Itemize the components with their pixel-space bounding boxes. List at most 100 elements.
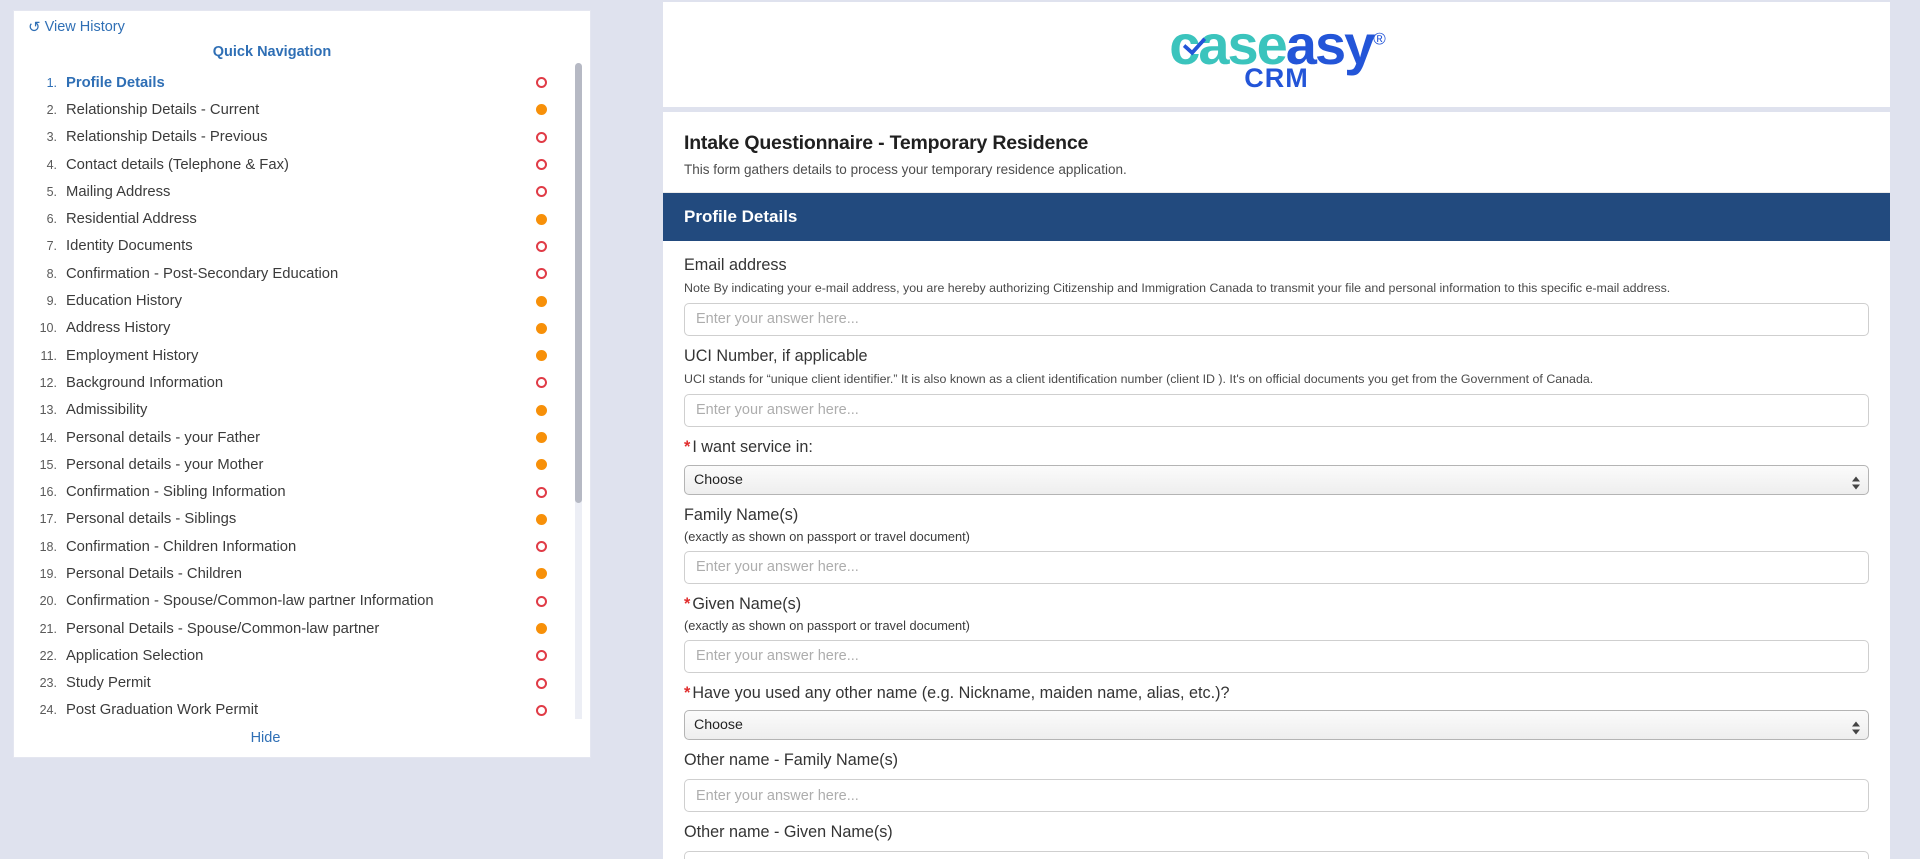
nav-item-18[interactable]: 18. Confirmation - Children Information	[36, 533, 572, 560]
field-text-input[interactable]	[684, 639, 1869, 673]
nav-item-label: Identity Documents	[66, 238, 193, 255]
app-root: ↻ View History Quick Navigation 1. Profil…	[0, 0, 1920, 859]
field-label-text: Other name - Given Name(s)	[684, 823, 893, 842]
undo-arrow-icon: ↻	[28, 18, 41, 36]
status-dot-open-icon	[536, 650, 547, 662]
nav-item-label: Admissibility	[66, 402, 148, 419]
status-dot-open-icon	[536, 131, 547, 143]
field-label: * I want service in:	[684, 437, 1869, 459]
form-field-1: Email address Note By indicating your e-m…	[684, 255, 1869, 336]
nav-item-6[interactable]: 6. Residential Address	[36, 205, 572, 232]
nav-item-1[interactable]: 1. Profile Details	[36, 69, 572, 96]
nav-scrollbar-track[interactable]	[575, 63, 582, 735]
nav-item-label: Confirmation - Children Information	[66, 538, 297, 555]
form-header: Intake Questionnaire - Temporary Residen…	[663, 112, 1890, 193]
nav-item-label: Personal Details - Spouse/Common-law par…	[66, 620, 380, 637]
field-text-input[interactable]	[684, 393, 1869, 427]
status-dot-filled-icon	[536, 459, 547, 471]
quick-navigation-list: 1. Profile Details 2. Relationship Details …	[14, 69, 572, 751]
field-select[interactable]: Choose	[684, 710, 1869, 741]
nav-item-14[interactable]: 14. Personal details - your Father	[36, 424, 572, 451]
nav-item-number: 22.	[39, 648, 57, 663]
field-label-text: Family Name(s)	[684, 505, 799, 524]
field-select[interactable]: Choose	[684, 464, 1869, 495]
nav-item-label: Post Graduation Work Permit	[66, 702, 259, 719]
nav-item-3[interactable]: 3. Relationship Details - Previous	[36, 124, 572, 151]
nav-item-number: 15.	[39, 457, 57, 472]
page-title: Intake Questionnaire - Temporary Residen…	[684, 132, 1089, 154]
logo-part-blue: asy	[1285, 13, 1375, 76]
form-subtitle: This form gathers details to process you…	[684, 162, 1127, 177]
nav-item-number: 21.	[39, 621, 57, 636]
nav-item-10[interactable]: 10. Address History	[36, 315, 572, 342]
nav-item-4[interactable]: 4. Contact details (Telephone & Fax)	[36, 151, 572, 178]
field-help-text: UCI stands for “unique client identifier…	[684, 371, 1594, 386]
quick-navigation-title: Quick Navigation	[212, 44, 332, 60]
nav-item-2[interactable]: 2. Relationship Details - Current	[36, 96, 572, 123]
status-dot-open-icon	[536, 704, 547, 716]
required-asterisk-icon: *	[684, 594, 691, 613]
nav-item-number: 23.	[39, 676, 57, 691]
field-label: Other name - Given Name(s)	[684, 822, 1869, 844]
nav-item-20[interactable]: 20. Confirmation - Spouse/Common-law part…	[36, 588, 572, 615]
select-wrapper: Choose	[684, 464, 1869, 495]
field-label-text: Given Name(s)	[692, 594, 802, 613]
status-dot-filled-icon	[536, 513, 547, 525]
nav-item-label: Relationship Details - Previous	[66, 129, 268, 146]
nav-item-12[interactable]: 12. Background Information	[36, 369, 572, 396]
nav-item-number: 19.	[39, 566, 57, 581]
form-field-2: UCI Number, if applicable UCI stands for …	[684, 346, 1869, 427]
nav-item-number: 10.	[39, 321, 57, 336]
form-card: Intake Questionnaire - Temporary Residen…	[663, 112, 1890, 859]
form-field-8: Other name - Given Name(s)	[684, 822, 1869, 859]
field-text-input[interactable]	[684, 851, 1869, 859]
status-dot-filled-icon	[536, 623, 547, 635]
nav-item-22[interactable]: 22. Application Selection	[36, 642, 572, 669]
status-dot-filled-icon	[536, 350, 547, 362]
form-fields-container: Email address Note By indicating your e-m…	[663, 241, 1890, 859]
field-label: * Given Name(s)	[684, 594, 1869, 616]
form-field-3: * I want service in: Choose	[684, 437, 1869, 495]
nav-item-17[interactable]: 17. Personal details - Siblings	[36, 506, 572, 533]
nav-item-label: Mailing Address	[66, 183, 171, 200]
field-text-input[interactable]	[684, 779, 1869, 813]
status-dot-open-icon	[536, 541, 547, 553]
nav-item-8[interactable]: 8. Confirmation - Post-Secondary Educatio…	[36, 260, 572, 287]
caseasy-logo: caseasy® CRM	[1169, 17, 1385, 92]
status-dot-filled-icon	[536, 322, 547, 334]
nav-item-5[interactable]: 5. Mailing Address	[36, 178, 572, 205]
nav-item-label: Personal Details - Children	[66, 565, 242, 582]
nav-item-16[interactable]: 16. Confirmation - Sibling Information	[36, 478, 572, 505]
field-label: Other name - Family Name(s)	[684, 750, 1869, 772]
field-sub-label: (exactly as shown on passport or travel …	[684, 528, 970, 544]
nav-item-19[interactable]: 19. Personal Details - Children	[36, 560, 572, 587]
field-label-text: UCI Number, if applicable	[684, 346, 868, 365]
nav-item-15[interactable]: 15. Personal details - your Mother	[36, 451, 572, 478]
field-label-text: Other name - Family Name(s)	[684, 751, 899, 770]
nav-item-number: 20.	[39, 594, 57, 609]
nav-item-label: Confirmation - Post-Secondary Education	[66, 265, 339, 282]
nav-item-23[interactable]: 23. Study Permit	[36, 670, 572, 697]
status-dot-open-icon	[536, 77, 547, 89]
nav-item-label: Confirmation - Spouse/Common-law partner…	[66, 593, 434, 610]
nav-item-number: 3.	[46, 130, 57, 145]
view-history-link[interactable]: ↻ View History	[14, 11, 125, 36]
nav-item-21[interactable]: 21. Personal Details - Spouse/Common-law …	[36, 615, 572, 642]
required-asterisk-icon: *	[684, 683, 691, 702]
form-field-7: Other name - Family Name(s)	[684, 750, 1869, 813]
field-label: Email address	[684, 255, 1869, 277]
nav-scrollbar-thumb[interactable]	[575, 63, 582, 503]
nav-item-13[interactable]: 13. Admissibility	[36, 397, 572, 424]
nav-item-7[interactable]: 7. Identity Documents	[36, 233, 572, 260]
field-text-input[interactable]	[684, 550, 1869, 584]
nav-item-number: 5.	[46, 184, 57, 199]
field-text-input[interactable]	[684, 302, 1869, 336]
hide-button[interactable]: Hide	[251, 730, 281, 746]
form-field-4: Family Name(s) (exactly as shown on passp…	[684, 505, 1869, 584]
form-field-5: * Given Name(s) (exactly as shown on passp…	[684, 594, 1869, 673]
field-sub-label: (exactly as shown on passport or travel …	[684, 617, 970, 633]
nav-item-9[interactable]: 9. Education History	[36, 287, 572, 314]
nav-item-11[interactable]: 11. Employment History	[36, 342, 572, 369]
nav-item-label: Background Information	[66, 374, 224, 391]
status-dot-filled-icon	[536, 432, 547, 443]
